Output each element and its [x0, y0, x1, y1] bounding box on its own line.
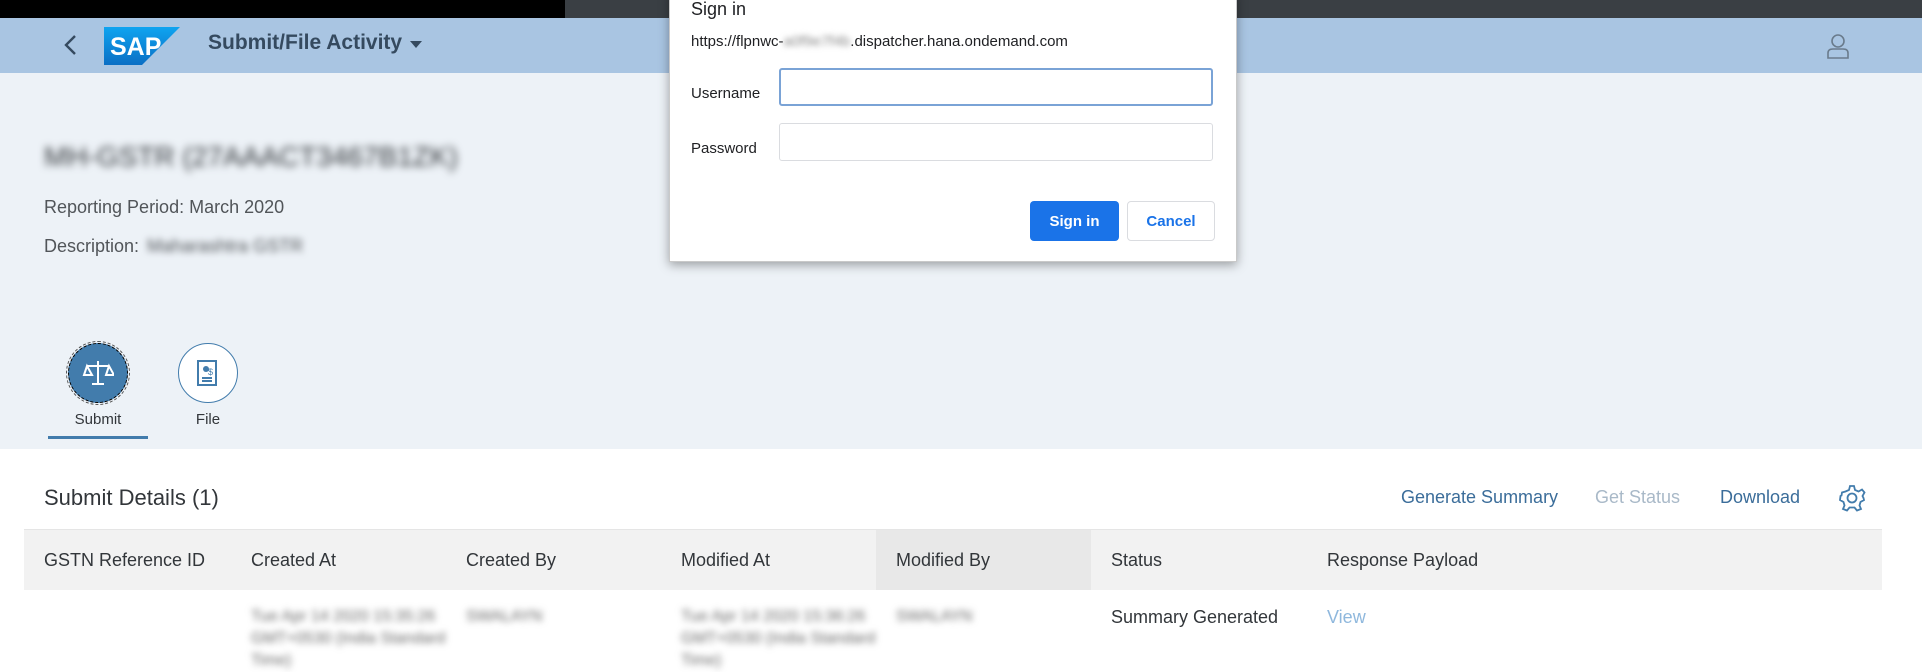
sap-logo-icon: SAP — [104, 27, 180, 65]
tab-submit[interactable]: Submit — [46, 341, 150, 439]
reporting-period: Reporting Period: March 2020 — [44, 197, 285, 217]
back-button[interactable] — [55, 28, 85, 62]
tab-file[interactable]: $ File — [168, 343, 248, 428]
column-header-response-payload[interactable]: Response Payload — [1307, 530, 1577, 590]
cell-created-by: SWALAYN — [466, 608, 543, 625]
username-label: Username — [691, 85, 761, 102]
generate-summary-button[interactable]: Generate Summary — [1401, 487, 1558, 508]
username-input[interactable] — [779, 68, 1213, 106]
table-title: Submit Details (1) — [44, 485, 219, 510]
app-title-menu[interactable]: Submit/File Activity — [208, 31, 423, 55]
column-header-gstn-reference-id[interactable]: GSTN Reference ID — [24, 530, 231, 590]
sign-in-dialog: Sign in https://flpnwc-a0f9e7f4b.dispatc… — [669, 0, 1237, 262]
user-icon — [1827, 34, 1849, 59]
tab-file-label: File — [195, 411, 221, 428]
cell-modified-by: SWALAYN — [896, 608, 973, 625]
content-area: Submit Details (1) Generate Summary Get … — [0, 449, 1922, 672]
password-label: Password — [691, 140, 757, 157]
table-row[interactable]: Tue Apr 14 2020 15:35:26 GMT+0530 (India… — [24, 590, 1882, 672]
description-value: Maharashtra GSTR — [147, 236, 304, 256]
sign-in-button[interactable]: Sign in — [1030, 201, 1119, 241]
cancel-button[interactable]: Cancel — [1127, 201, 1215, 241]
column-header-modified-by[interactable]: Modified By — [876, 530, 1091, 590]
document-icon: $ — [178, 343, 238, 403]
cell-modified-at: Tue Apr 14 2020 15:36:26 GMT+0530 (India… — [681, 608, 876, 669]
object-title: MH-GSTR (27AAACT3467B1ZK) — [44, 141, 458, 172]
gear-icon — [1839, 485, 1866, 512]
password-input[interactable] — [779, 123, 1213, 161]
column-header-status[interactable]: Status — [1091, 530, 1307, 590]
table-settings-button[interactable] — [1837, 483, 1867, 513]
dialog-title: Sign in — [691, 0, 747, 19]
user-profile-button[interactable] — [1822, 30, 1854, 62]
download-button[interactable]: Download — [1720, 487, 1800, 508]
caret-down-icon — [410, 40, 423, 48]
chevron-left-icon — [64, 35, 76, 55]
tab-selected-indicator — [48, 436, 148, 439]
url-suffix: .dispatcher.hana.ondemand.com — [850, 33, 1068, 50]
column-header-created-by[interactable]: Created By — [446, 530, 661, 590]
get-status-button[interactable]: Get Status — [1595, 487, 1680, 508]
cell-status: Summary Generated — [1111, 607, 1279, 627]
description-label: Description: — [44, 236, 140, 256]
description: Description: Maharashtra GSTR — [44, 236, 303, 257]
svg-text:SAP: SAP — [110, 33, 161, 61]
app-title: Submit/File Activity — [208, 31, 403, 54]
svg-text:$: $ — [208, 367, 213, 377]
sap-logo[interactable]: SAP — [104, 27, 180, 65]
scale-icon — [66, 341, 130, 405]
url-prefix: https://flpnwc- — [691, 33, 784, 50]
column-header-created-at[interactable]: Created At — [231, 530, 446, 590]
column-header-modified-at[interactable]: Modified At — [661, 530, 876, 590]
dialog-url: https://flpnwc-a0f9e7f4b.dispatcher.hana… — [691, 33, 1068, 50]
url-hidden-part: a0f9e7f4b — [783, 33, 851, 50]
view-payload-link[interactable]: View — [1307, 606, 1577, 628]
table-header: GSTN Reference ID Created At Created By … — [24, 529, 1882, 591]
tab-submit-label: Submit — [74, 411, 122, 428]
cell-created-at: Tue Apr 14 2020 15:35:26 GMT+0530 (India… — [251, 608, 446, 669]
